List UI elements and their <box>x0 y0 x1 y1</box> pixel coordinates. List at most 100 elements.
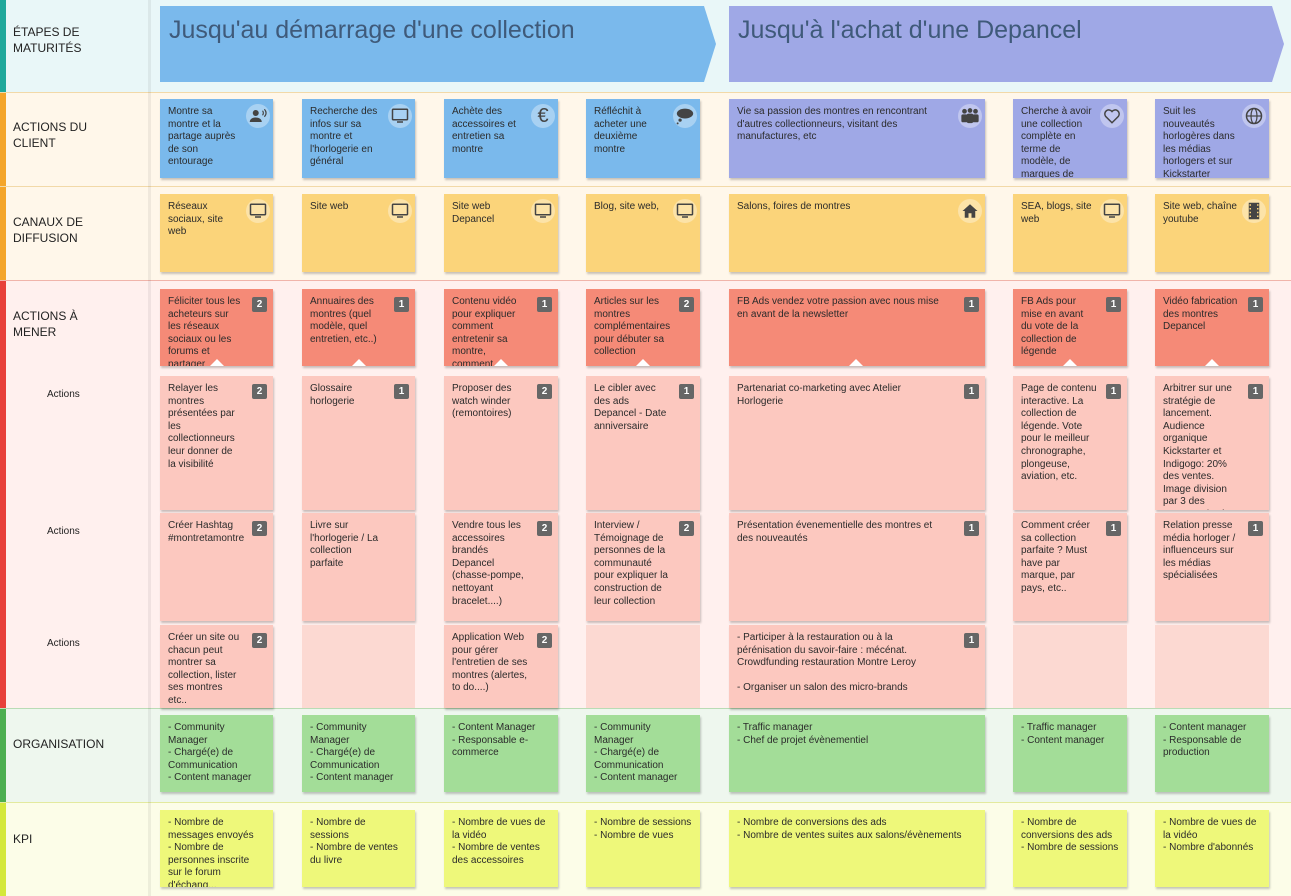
channel-card[interactable]: Site web, chaîne youtube <box>1155 194 1269 272</box>
organisation-card[interactable]: - Community Manager - Chargé(e) de Commu… <box>586 715 700 792</box>
action-card[interactable]: - Participer à la restauration ou à la p… <box>729 625 985 708</box>
action-card[interactable]: Page de contenu interactive. La collecti… <box>1013 376 1127 510</box>
channel-card[interactable]: Blog, site web, <box>586 194 700 272</box>
action-main-card[interactable]: Vidéo fabrication des montres Depancel 1 <box>1155 289 1269 366</box>
action-card[interactable]: Comment créer sa collection parfaite ? M… <box>1013 513 1127 621</box>
home-icon <box>958 199 982 223</box>
kpi-card[interactable]: - Nombre de sessions - Nombre de ventes … <box>302 810 415 887</box>
action-card[interactable]: Relayer les montres présentées par les c… <box>160 376 273 510</box>
row-label-kpi: KPI <box>13 832 33 846</box>
action-card[interactable]: Livre sur l'horlogerie / La collection p… <box>302 513 415 621</box>
priority-badge: 2 <box>252 521 267 536</box>
card-text: - Community Manager - Chargé(e) de Commu… <box>168 722 252 784</box>
action-card[interactable]: Application Web pour gérer l'entretien d… <box>444 625 558 708</box>
client-action-card[interactable]: Recherche des infos sur sa montre et l'h… <box>302 99 415 178</box>
kpi-card[interactable]: - Nombre de vues de la vidéo - Nombre de… <box>444 810 558 887</box>
card-text: Salons, foires de montres <box>737 201 851 212</box>
priority-badge: 2 <box>537 521 552 536</box>
card-text: - Nombre de conversions des ads - Nombre… <box>1021 817 1119 854</box>
kpi-card[interactable]: - Nombre de sessions - Nombre de vues <box>586 810 700 887</box>
pointer-triangle <box>352 359 366 366</box>
channel-card[interactable]: Site web Depancel <box>444 194 558 272</box>
card-text: Annuaires des montres (quel modèle, quel… <box>310 296 377 345</box>
action-card[interactable]: Arbitrer sur une stratégie de lancement.… <box>1155 376 1269 510</box>
priority-badge: 2 <box>679 297 694 312</box>
organisation-card[interactable]: - Community Manager - Chargé(e) de Commu… <box>160 715 273 792</box>
organisation-card[interactable]: - Content Manager - Responsable e-commer… <box>444 715 558 792</box>
action-main-card[interactable]: Annuaires des montres (quel modèle, quel… <box>302 289 415 366</box>
organisation-card[interactable]: - Community Manager - Chargé(e) de Commu… <box>302 715 415 792</box>
priority-badge: 1 <box>964 297 979 312</box>
organisation-card[interactable]: - Content manager - Responsable de produ… <box>1155 715 1269 792</box>
action-main-card[interactable]: Féliciter tous les acheteurs sur les rés… <box>160 289 273 366</box>
sub-label-actions-1: Actions <box>47 389 80 400</box>
client-action-card[interactable]: Suit les nouveautés horlogères dans les … <box>1155 99 1269 178</box>
client-action-card[interactable]: Réfléchit à acheter une deuxième montre <box>586 99 700 178</box>
card-text: - Nombre de vues de la vidéo - Nombre de… <box>452 817 546 866</box>
action-card[interactable]: Créer un site ou chacun peut montrer sa … <box>160 625 273 708</box>
priority-badge: 2 <box>252 633 267 648</box>
monitor-icon <box>388 199 412 223</box>
action-card[interactable]: Glossaire horlogerie 1 <box>302 376 415 510</box>
empty-slot <box>1155 625 1269 708</box>
client-action-card[interactable]: Cherche à avoir une collection complète … <box>1013 99 1127 178</box>
thought-cloud-icon <box>673 104 697 128</box>
kpi-card[interactable]: - Nombre de vues de la vidéo - Nombre d'… <box>1155 810 1269 887</box>
client-action-card[interactable]: Vie sa passion des montres en rencontran… <box>729 99 985 178</box>
organisation-card[interactable]: - Traffic manager - Content manager <box>1013 715 1127 792</box>
client-action-card[interactable]: Achète des accessoires et entretien sa m… <box>444 99 558 178</box>
channel-card[interactable]: Site web <box>302 194 415 272</box>
channel-card[interactable]: Réseaux sociaux, site web <box>160 194 273 272</box>
sub-label-actions-2: Actions <box>47 526 80 537</box>
kpi-card[interactable]: - Nombre de conversions des ads - Nombre… <box>729 810 985 887</box>
priority-badge: 2 <box>252 297 267 312</box>
card-text: Proposer des watch winder (remontoires) <box>452 383 512 420</box>
pointer-triangle <box>1205 359 1219 366</box>
card-text: - Traffic manager - Content manager <box>1021 722 1105 746</box>
card-text: - Content Manager - Responsable e-commer… <box>452 722 536 759</box>
kpi-card[interactable]: - Nombre de conversions des ads - Nombre… <box>1013 810 1127 887</box>
action-main-card[interactable]: FB Ads pour mise en avant du vote de la … <box>1013 289 1127 366</box>
action-main-card[interactable]: Articles sur les montres complémentaires… <box>586 289 700 366</box>
phase-title-purchase: Jusqu'à l'achat d'une Depancel <box>738 16 1082 44</box>
row-label-client: ACTIONS DU CLIENT <box>13 120 88 150</box>
card-text: - Nombre de sessions - Nombre de ventes … <box>310 817 398 866</box>
channel-card[interactable]: SEA, blogs, site web <box>1013 194 1127 272</box>
monitor-icon <box>246 199 270 223</box>
row-label-org: ORGANISATION <box>13 737 105 751</box>
card-text: - Traffic manager - Chef de projet évène… <box>737 722 869 746</box>
action-card[interactable]: Vendre tous les accessoires brandés Depa… <box>444 513 558 621</box>
card-text: Partenariat co-marketing avec Atelier Ho… <box>737 383 901 407</box>
monitor-icon <box>673 199 697 223</box>
action-card[interactable]: Partenariat co-marketing avec Atelier Ho… <box>729 376 985 510</box>
action-main-card[interactable]: FB Ads vendez votre passion avec nous mi… <box>729 289 985 366</box>
card-text: - Nombre de vues de la vidéo - Nombre d'… <box>1163 817 1257 854</box>
action-card[interactable]: Relation presse média horloger / influen… <box>1155 513 1269 621</box>
priority-badge: 1 <box>964 521 979 536</box>
action-card[interactable]: Présentation évenementielle des montres … <box>729 513 985 621</box>
kpi-card[interactable]: - Nombre de messages envoyés - Nombre de… <box>160 810 273 887</box>
pointer-triangle <box>1063 359 1077 366</box>
action-card[interactable]: Proposer des watch winder (remontoires) … <box>444 376 558 510</box>
card-text: Arbitrer sur une stratégie de lancement.… <box>1163 383 1236 510</box>
film-icon <box>1242 199 1266 223</box>
pointer-triangle <box>849 359 863 366</box>
phase-title-collection: Jusqu'au démarrage d'une collection <box>169 16 575 44</box>
action-main-card[interactable]: Contenu vidéo pour expliquer comment ent… <box>444 289 558 366</box>
phase-collection: Jusqu'au démarrage d'une collection <box>160 6 716 82</box>
priority-badge: 2 <box>252 384 267 399</box>
card-text: Le cibler avec des ads Depancel - Date a… <box>594 383 667 432</box>
action-card[interactable]: Le cibler avec des ads Depancel - Date a… <box>586 376 700 510</box>
channel-card[interactable]: Salons, foires de montres <box>729 194 985 272</box>
client-action-card[interactable]: Montre sa montre et la partage auprès de… <box>160 99 273 178</box>
card-text: - Content manager - Responsable de produ… <box>1163 722 1247 759</box>
card-text: - Nombre de messages envoyés - Nombre de… <box>168 817 254 887</box>
monitor-icon <box>1100 199 1124 223</box>
row-label-maturity: ÉTAPES DE MATURITÉS <box>13 25 82 55</box>
card-text: Contenu vidéo pour expliquer comment ent… <box>452 296 517 366</box>
priority-badge: 1 <box>1106 521 1121 536</box>
empty-slot <box>302 625 415 708</box>
action-card[interactable]: Créer Hashtag #montretamontre 2 <box>160 513 273 621</box>
organisation-card[interactable]: - Traffic manager - Chef de projet évène… <box>729 715 985 792</box>
action-card[interactable]: Interview / Témoignage de personnes de l… <box>586 513 700 621</box>
